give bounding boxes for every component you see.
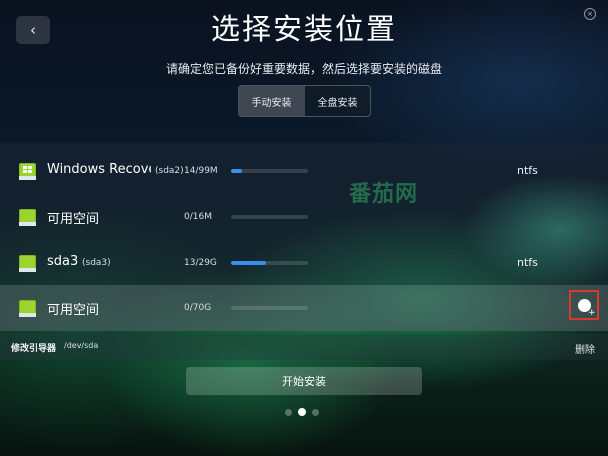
bootloader-bar: 修改引导器 /dev/sda 删除	[0, 334, 608, 360]
disk-icon	[19, 209, 36, 226]
page-dot-2	[298, 408, 306, 416]
new-partition-button[interactable]	[569, 290, 599, 320]
partition-row-free-space-2[interactable]: 可用空间 0/70G	[0, 285, 608, 331]
partition-name: sda3	[47, 254, 79, 269]
bootloader-device: /dev/sda	[64, 341, 99, 350]
partition-name: 可用空间	[47, 212, 100, 227]
disk-icon	[19, 300, 36, 317]
page-dot-3	[312, 408, 319, 416]
partition-usage-bar	[231, 306, 308, 310]
partition-name: Windows Recovery	[47, 162, 151, 177]
partition-size: 0/16M	[184, 212, 212, 222]
watermark-text: 番茄网	[349, 182, 419, 207]
install-mode-switch: 手动安装 全盘安装	[238, 85, 371, 117]
page-indicator	[285, 407, 325, 417]
partition-size: 13/29G	[184, 258, 217, 268]
partition-usage-bar	[231, 169, 308, 173]
partition-filesystem: ntfs	[517, 256, 538, 269]
tab-full-disk-install[interactable]: 全盘安装	[304, 86, 370, 116]
partition-size: 0/70G	[184, 303, 212, 313]
page-subtitle: 请确定您已备份好重要数据，然后选择要安装的磁盘	[165, 62, 442, 76]
partition-usage-bar	[231, 215, 308, 219]
usage-fill	[231, 261, 266, 265]
delete-button[interactable]: 删除	[575, 341, 595, 356]
usage-fill	[231, 169, 242, 173]
disk-icon	[19, 255, 36, 272]
close-icon[interactable]: ×	[584, 8, 596, 20]
tab-manual-install[interactable]: 手动安装	[239, 86, 304, 116]
partition-device: (sda2)	[155, 166, 184, 176]
partition-list: Windows Recovery (sda2) 14/99M ntfs 可用空间…	[0, 143, 608, 331]
add-partition-icon	[577, 298, 595, 318]
partition-size: 14/99M	[184, 166, 218, 176]
partition-filesystem: ntfs	[517, 164, 538, 177]
partition-row-free-space-1[interactable]: 可用空间 0/16M	[0, 194, 608, 240]
partition-row-sda3[interactable]: sda3 (sda3) 13/29G ntfs	[0, 240, 608, 286]
partition-name: 可用空间	[47, 303, 100, 318]
partition-usage-bar	[231, 261, 308, 265]
windows-disk-icon	[19, 163, 36, 180]
partition-row-windows-recovery[interactable]: Windows Recovery (sda2) 14/99M ntfs	[0, 148, 608, 194]
bootloader-edit-link[interactable]: 修改引导器	[11, 341, 56, 354]
start-install-button[interactable]: 开始安装	[186, 367, 422, 395]
page-dot-1	[285, 408, 292, 416]
page-title: 选择安装位置	[210, 12, 397, 46]
partition-device: (sda3)	[82, 258, 111, 268]
